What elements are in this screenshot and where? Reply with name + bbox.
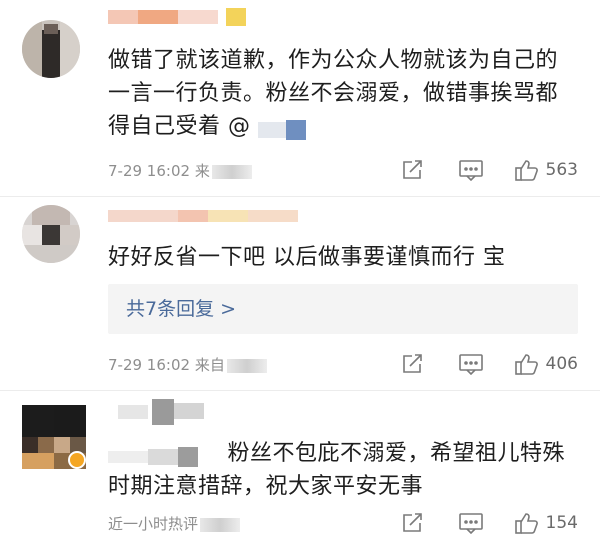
comment-line: 粉丝不包庇不溺爱，希望祖儿特殊 (108, 437, 588, 470)
like-count: 406 (545, 354, 578, 374)
comment-2: 好好反省一下吧 以后做事要谨慎而行 宝 共7条回复 > 7-29 16:02 来… (0, 197, 600, 387)
username-blurred[interactable] (108, 8, 258, 26)
source-text: 来自 (194, 356, 225, 374)
like-count: 563 (545, 160, 578, 180)
hot-comment-label: 近一小时热评 (108, 515, 199, 533)
comment-line: 一言一行负责。粉丝不会溺爱，做错事挨骂都 (108, 81, 559, 106)
comment-actions: 563 (368, 158, 578, 182)
comment-meta: 7-29 16:02 来 (108, 160, 252, 182)
mention-blurred[interactable] (258, 117, 306, 140)
comment-text: 好好反省一下吧 以后做事要谨慎而行 宝 (108, 241, 588, 274)
comment-line-text: 粉丝不包庇不溺爱，希望祖儿特殊 (227, 441, 566, 466)
avatar[interactable] (22, 405, 86, 469)
comment-text: 粉丝不包庇不溺爱，希望祖儿特殊 时期注意措辞，祝大家平安无事 (108, 437, 588, 503)
comment-line: 好好反省一下吧 以后做事要谨慎而行 宝 (108, 245, 506, 270)
comment-line-text: 得自己受着 @ (108, 114, 251, 139)
verified-badge-icon (68, 451, 86, 469)
share-icon[interactable] (400, 511, 426, 535)
comment-meta: 近一小时热评 (108, 513, 241, 535)
comment-actions: 406 (368, 352, 578, 376)
comment-icon[interactable] (458, 352, 484, 376)
like-count: 154 (545, 513, 578, 533)
avatar[interactable] (22, 20, 80, 78)
comment-line: 得自己受着 @ (108, 110, 588, 143)
comment-line: 做错了就该道歉，作为公众人物就该为自己的 (108, 48, 559, 73)
timestamp: 7-29 16:02 (108, 356, 191, 374)
like-button[interactable]: 406 (514, 352, 578, 376)
timestamp: 7-29 16:02 (108, 162, 191, 180)
comment-line: 时期注意措辞，祝大家平安无事 (108, 474, 424, 499)
username-blurred[interactable] (108, 207, 298, 225)
comment-3: 粉丝不包庇不溺爱，希望祖儿特殊 时期注意措辞，祝大家平安无事 近一小时热评 15… (0, 391, 600, 550)
thumbs-up-icon (514, 354, 538, 375)
source-blurred (200, 517, 241, 532)
like-button[interactable]: 154 (514, 511, 578, 535)
thumbs-up-icon (514, 513, 538, 534)
comment-text: 做错了就该道歉，作为公众人物就该为自己的 一言一行负责。粉丝不会溺爱，做错事挨骂… (108, 44, 588, 143)
view-replies-button[interactable]: 共7条回复 > (108, 284, 578, 334)
comment-meta: 7-29 16:02 来自 (108, 354, 267, 376)
comment-icon[interactable] (458, 511, 484, 535)
source-blurred (211, 164, 252, 179)
thumbs-up-icon (514, 160, 538, 181)
like-button[interactable]: 563 (514, 158, 578, 182)
mention-blurred[interactable] (108, 444, 208, 467)
share-icon[interactable] (400, 158, 426, 182)
avatar[interactable] (22, 205, 80, 263)
source-blurred (226, 358, 267, 373)
comment-actions: 154 (368, 511, 578, 535)
share-icon[interactable] (400, 352, 426, 376)
replies-label: 共7条回复 > (126, 298, 237, 320)
comment-1: 做错了就该道歉，作为公众人物就该为自己的 一言一行负责。粉丝不会溺爱，做错事挨骂… (0, 0, 600, 200)
username-blurred[interactable] (108, 399, 258, 425)
comment-icon[interactable] (458, 158, 484, 182)
source-text: 来 (194, 162, 210, 180)
